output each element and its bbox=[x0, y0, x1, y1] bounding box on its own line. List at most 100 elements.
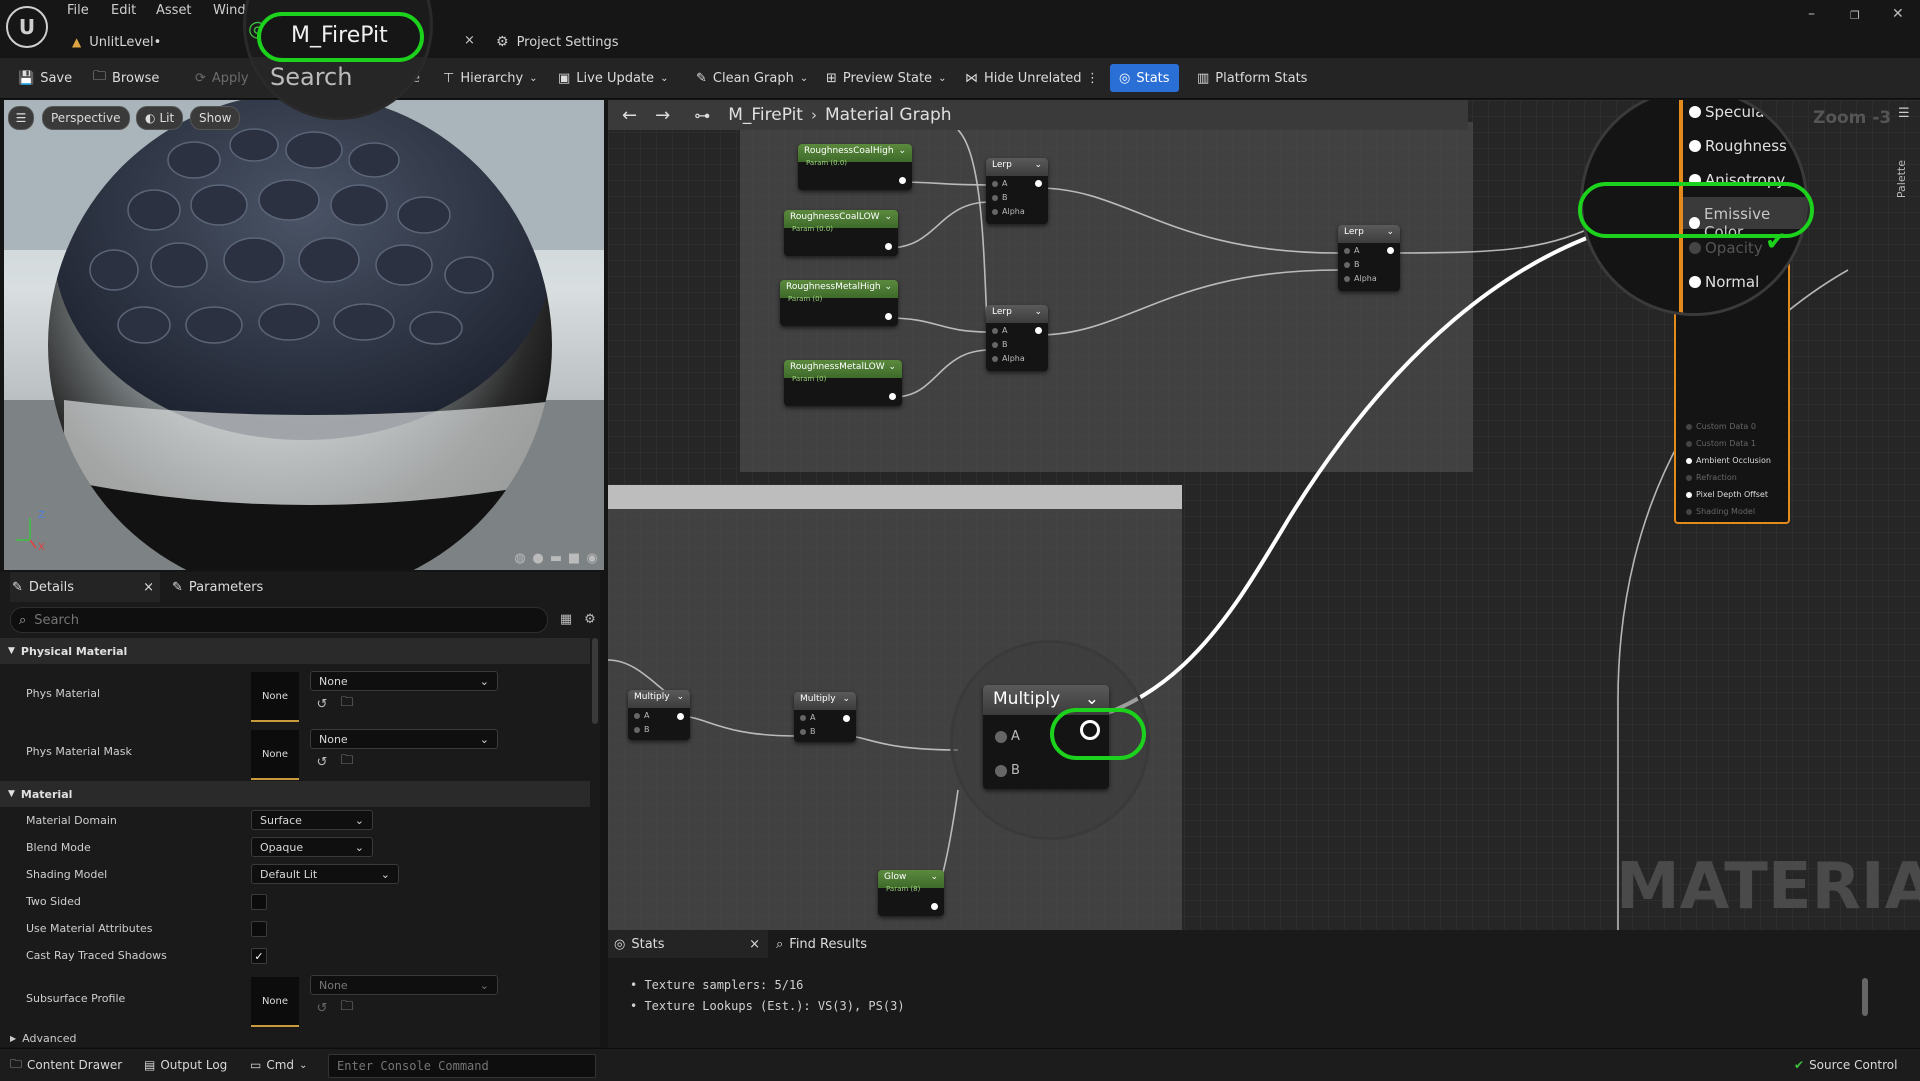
output-pin[interactable] bbox=[1035, 327, 1042, 334]
palette-tab[interactable]: Palette bbox=[1895, 160, 1908, 198]
close-tab-icon[interactable]: × bbox=[749, 937, 760, 952]
pin-alpha[interactable]: Alpha bbox=[992, 354, 1025, 363]
pin-roughness[interactable]: Roughness bbox=[1689, 137, 1787, 155]
content-drawer-button[interactable]: 🗀 Content Drawer bbox=[10, 1049, 122, 1081]
node-roughness-coal-low[interactable]: RoughnessCoalLOW ⌄ Param (0.0) bbox=[784, 210, 898, 256]
pin-b[interactable]: B bbox=[995, 763, 1020, 778]
node-lerp-final[interactable]: Lerp ⌄ A B Alpha bbox=[1338, 225, 1400, 291]
details-search[interactable]: ⌕ bbox=[10, 607, 548, 633]
apply-button[interactable]: ⟳ Apply bbox=[195, 58, 249, 98]
output-pin[interactable] bbox=[885, 243, 892, 250]
output-log-button[interactable]: ▤ Output Log bbox=[144, 1049, 227, 1081]
output-pin[interactable] bbox=[1035, 180, 1042, 187]
pin-custom-data-0[interactable]: Custom Data 0 bbox=[1686, 422, 1756, 431]
subsurface-profile-dropdown[interactable]: None ⌄ bbox=[310, 975, 498, 995]
console-command-input[interactable] bbox=[335, 1058, 589, 1074]
pin-b[interactable]: B bbox=[634, 725, 650, 734]
pin-refraction[interactable]: Refraction bbox=[1686, 473, 1737, 482]
pin-alpha[interactable]: Alpha bbox=[1344, 274, 1377, 283]
preview-state-button[interactable]: ⊞ Preview State ⌄ bbox=[826, 58, 946, 98]
gear-icon[interactable]: ⚙ bbox=[582, 611, 598, 627]
tab-level[interactable]: ▲ UnlitLevel• bbox=[72, 30, 161, 54]
close-tab-icon[interactable]: × bbox=[464, 33, 475, 48]
node-multiply-1[interactable]: Multiply ⌄ A B bbox=[628, 690, 690, 740]
preview-viewport[interactable]: Z X ☰ Perspective ◐ Lit Show ◍ ● ▬ ■ ◉ bbox=[4, 100, 604, 570]
node-roughness-coal-high[interactable]: RoughnessCoalHigh ⌄ Param (0.0) bbox=[798, 144, 912, 190]
browse-button[interactable]: 🗀 Browse bbox=[93, 58, 159, 98]
details-scrollbar[interactable] bbox=[592, 638, 598, 724]
cube-icon[interactable]: ■ bbox=[566, 550, 582, 566]
phys-material-thumbnail[interactable]: None bbox=[251, 672, 299, 722]
pin-a[interactable]: A bbox=[800, 713, 815, 722]
output-pin[interactable] bbox=[899, 177, 906, 184]
output-pin[interactable] bbox=[931, 903, 938, 910]
output-pin[interactable] bbox=[1387, 247, 1394, 254]
console-command[interactable] bbox=[328, 1054, 596, 1078]
unreal-logo-icon[interactable]: U bbox=[6, 6, 48, 48]
source-control-button[interactable]: ✔ Source Control bbox=[1794, 1049, 1897, 1081]
output-pin[interactable] bbox=[1080, 720, 1100, 740]
output-pin[interactable] bbox=[889, 393, 896, 400]
forward-arrow-icon[interactable]: → bbox=[655, 105, 670, 126]
pin-opacity[interactable]: Opacity bbox=[1689, 239, 1763, 257]
pin-normal[interactable]: Normal bbox=[1689, 273, 1759, 291]
save-button[interactable]: 💾 Save bbox=[18, 58, 72, 98]
output-pin[interactable] bbox=[885, 313, 892, 320]
cylinder-icon[interactable]: ◍ bbox=[512, 550, 528, 566]
output-pin[interactable] bbox=[677, 713, 684, 720]
hide-unrelated-button[interactable]: ⋈ Hide Unrelated bbox=[965, 58, 1082, 98]
tab-project-settings[interactable]: ⚙ Project Settings bbox=[496, 30, 619, 54]
cmd-dropdown[interactable]: ▭ Cmd ⌄ bbox=[250, 1049, 307, 1081]
reset-icon[interactable]: ↺ bbox=[314, 696, 330, 712]
back-arrow-icon[interactable]: ← bbox=[622, 105, 637, 126]
phys-material-dropdown[interactable]: None ⌄ bbox=[310, 671, 498, 691]
node-roughness-metal-high[interactable]: RoughnessMetalHigh ⌄ Param (0) bbox=[780, 280, 898, 326]
palette-menu-icon[interactable]: ☰ bbox=[1898, 106, 1910, 121]
output-pin[interactable] bbox=[843, 715, 850, 722]
pin-custom-data-1[interactable]: Custom Data 1 bbox=[1686, 439, 1756, 448]
reset-icon[interactable]: ↺ bbox=[314, 754, 330, 770]
pin-a[interactable]: A bbox=[992, 179, 1007, 188]
menu-edit[interactable]: Edit bbox=[111, 3, 136, 18]
close-window-icon[interactable]: ✕ bbox=[1892, 6, 1904, 22]
viewport-menu-button[interactable]: ☰ bbox=[8, 106, 34, 130]
node-roughness-metal-low[interactable]: RoughnessMetalLOW ⌄ Param (0) bbox=[784, 360, 902, 406]
sphere-icon[interactable]: ● bbox=[530, 550, 546, 566]
two-sided-checkbox[interactable] bbox=[251, 894, 267, 910]
show-button[interactable]: Show bbox=[190, 106, 241, 130]
crumb-material-graph[interactable]: Material Graph bbox=[825, 105, 952, 125]
stats-scrollbar[interactable] bbox=[1862, 978, 1868, 1016]
use-material-attributes-checkbox[interactable] bbox=[251, 921, 267, 937]
material-graph[interactable]: ← → ⊶ M_FirePit › Material Graph Zoom -3… bbox=[608, 100, 1920, 930]
pin-b[interactable]: B bbox=[992, 340, 1008, 349]
section-material[interactable]: ▼ Material bbox=[0, 781, 590, 807]
graph-tree-icon[interactable]: ⊶ bbox=[694, 106, 710, 125]
menu-asset[interactable]: Asset bbox=[156, 3, 192, 18]
pin-alpha[interactable]: Alpha bbox=[992, 207, 1025, 216]
pin-a[interactable]: A bbox=[634, 711, 649, 720]
pin-a[interactable]: A bbox=[995, 729, 1020, 744]
pin-specular[interactable]: Specular bbox=[1689, 103, 1771, 121]
node-lerp-metal[interactable]: Lerp ⌄ A B Alpha bbox=[986, 305, 1048, 371]
minimize-icon[interactable]: – bbox=[1808, 6, 1815, 22]
perspective-button[interactable]: Perspective bbox=[42, 106, 130, 130]
tab-parameters[interactable]: ✎ Parameters bbox=[172, 572, 263, 602]
pin-a[interactable]: A bbox=[1344, 246, 1359, 255]
more-options-icon[interactable]: ⋮ bbox=[1086, 58, 1099, 98]
tab-find-results[interactable]: ⌕ Find Results bbox=[776, 930, 867, 958]
material-domain-dropdown[interactable]: Surface ⌄ bbox=[251, 810, 373, 830]
node-glow[interactable]: Glow ⌄ Param (8) bbox=[878, 870, 944, 916]
browse-asset-icon[interactable]: 🗀 bbox=[339, 999, 355, 1016]
teapot-icon[interactable]: ◉ bbox=[584, 550, 600, 566]
platform-stats-button[interactable]: ▥ Platform Stats bbox=[1197, 58, 1307, 98]
cast-ray-traced-shadows-checkbox[interactable]: ✓ bbox=[251, 948, 267, 964]
live-update-button[interactable]: ▣ Live Update ⌄ bbox=[558, 58, 668, 98]
pin-b[interactable]: B bbox=[800, 727, 816, 736]
tab-stats[interactable]: ◎ Stats × bbox=[608, 930, 768, 958]
material-tab-highlight[interactable]: M_FirePit bbox=[257, 12, 424, 62]
phys-material-mask-thumbnail[interactable]: None bbox=[251, 730, 299, 780]
close-tab-icon[interactable]: × bbox=[143, 580, 154, 595]
node-multiply-2[interactable]: Multiply ⌄ A B bbox=[794, 692, 856, 742]
blend-mode-dropdown[interactable]: Opaque ⌄ bbox=[251, 837, 373, 857]
pin-b[interactable]: B bbox=[1344, 260, 1360, 269]
